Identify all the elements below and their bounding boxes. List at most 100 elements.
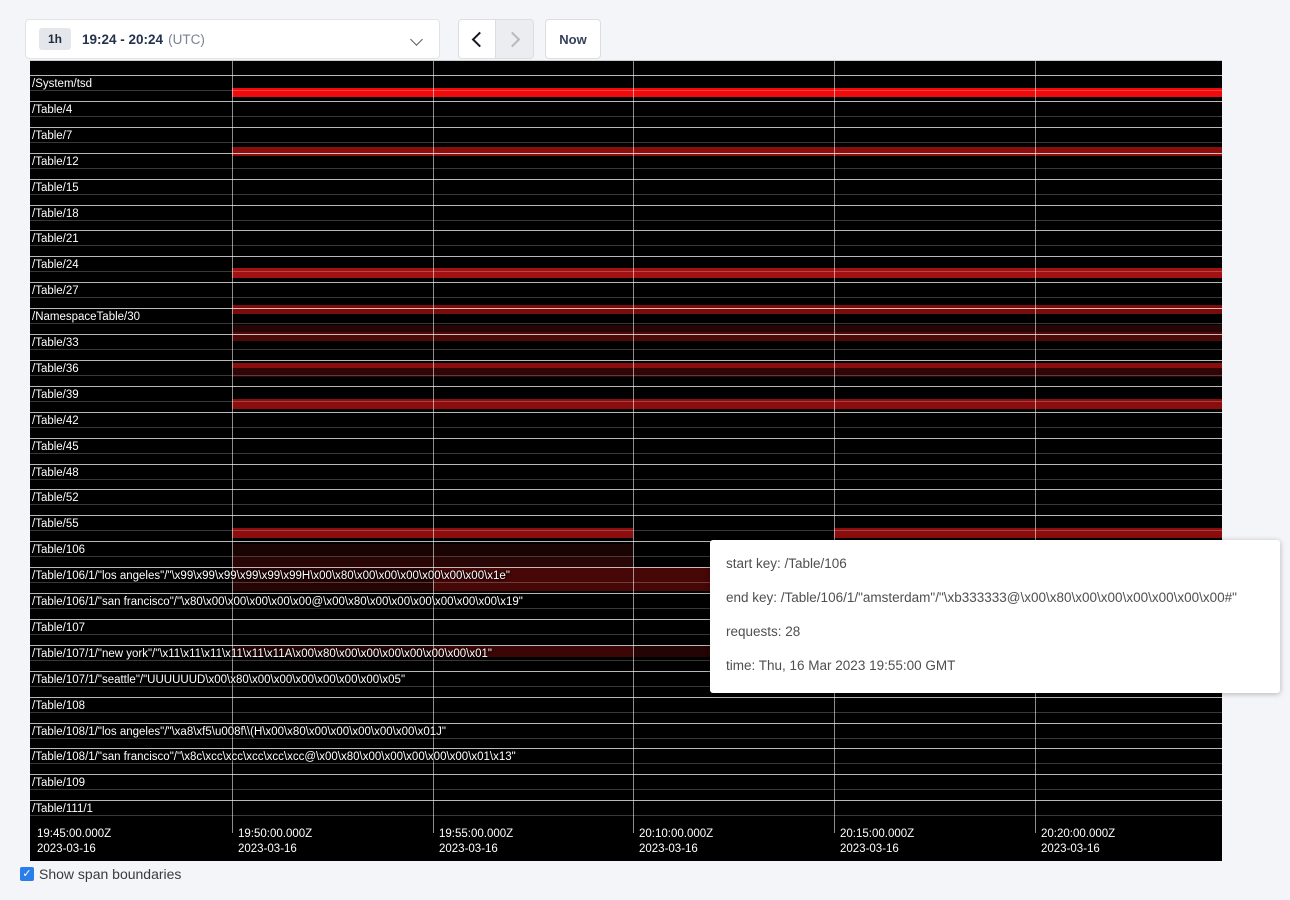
row-label: /Table/21 [32,233,79,245]
row-label: /Table/107/1/"seattle"/"UUUUUUD\x00\x80\… [32,674,405,686]
row-label: /Table/106/1/"los angeles"/"\x99\x99\x99… [32,570,510,582]
axis-time-label: 20:20:00.000Z [1041,827,1115,842]
span-boundary-line [30,530,1222,531]
span-boundary-line [30,323,1222,324]
row-label: /Table/106/1/"san francisco"/"\x80\x00\x… [32,596,523,608]
key-boundary-line [30,464,1222,465]
time-boundary-line [1035,61,1036,833]
axis-time-label: 19:50:00.000Z [238,827,312,842]
key-boundary-line [30,282,1222,283]
checkbox-checked-icon[interactable]: ✓ [20,867,34,881]
key-boundary-line [30,489,1222,490]
now-button[interactable]: Now [545,19,601,59]
key-boundary-line [30,697,1222,698]
axis-date-label: 2023-03-16 [840,842,899,857]
span-boundary-line [30,245,1222,246]
key-boundary-line [30,153,1222,154]
show-span-boundaries-label: Show span boundaries [39,866,181,882]
time-boundary-line [232,61,233,833]
time-range-text: 19:24 - 20:24 [82,32,163,47]
span-boundary-line [30,712,1222,713]
span-boundary-line [30,815,1222,816]
key-boundary-line [30,515,1222,516]
tooltip-time: time: Thu, 16 Mar 2023 19:55:00 GMT [726,655,1264,677]
row-label: /Table/107 [32,622,85,634]
time-boundary-line [433,61,434,833]
span-boundary-line [30,116,1222,117]
show-span-boundaries-control[interactable]: ✓ Show span boundaries [20,866,181,882]
heatmap-band [232,325,1222,332]
axis-date-label: 2023-03-16 [37,842,96,857]
row-label: /Table/15 [32,182,79,194]
key-boundary-line [30,723,1222,724]
span-boundary-line [30,763,1222,764]
row-label: /Table/33 [32,337,79,349]
key-boundary-line [30,748,1222,749]
chevron-down-icon [410,33,423,46]
key-boundary-line [30,774,1222,775]
row-label: /Table/4 [32,104,72,116]
span-boundary-line [30,90,1222,91]
key-boundary-line [30,800,1222,801]
span-boundary-line [30,401,1222,402]
row-label: /Table/42 [32,415,79,427]
axis-time-label: 20:15:00.000Z [840,827,914,842]
span-boundary-line [30,168,1222,169]
row-label: /Table/109 [32,777,85,789]
next-time-button[interactable] [496,19,534,59]
key-boundary-line [30,101,1222,102]
axis-time-label: 19:45:00.000Z [37,827,111,842]
time-range-selector[interactable]: 1h 19:24 - 20:24 (UTC) [25,19,440,59]
key-boundary-line [30,256,1222,257]
row-label: /Table/108 [32,700,85,712]
key-boundary-line [30,308,1222,309]
axis-date-label: 2023-03-16 [439,842,498,857]
hover-tooltip: start key: /Table/106 end key: /Table/10… [710,540,1280,693]
span-boundary-line [30,194,1222,195]
tooltip-start-key: start key: /Table/106 [726,553,1264,575]
row-label: /System/tsd [32,78,92,90]
row-label: /NamespaceTable/30 [32,311,140,323]
row-label: /Table/55 [32,518,79,530]
axis-time-label: 20:10:00.000Z [639,827,713,842]
heatmap-band [232,305,1222,314]
span-boundary-line [30,504,1222,505]
axis-date-label: 2023-03-16 [238,842,297,857]
row-label: /Table/108/1/"los angeles"/"\xa8\xf5\u00… [32,726,446,738]
key-boundary-line [30,438,1222,439]
row-label: /Table/36 [32,363,79,375]
span-boundary-line [30,453,1222,454]
row-label: /Table/45 [32,441,79,453]
key-boundary-line [30,360,1222,361]
axis-date-label: 2023-03-16 [1041,842,1100,857]
timezone-text: (UTC) [168,32,205,47]
span-boundary-line [30,375,1222,376]
row-label: /Table/27 [32,285,79,297]
key-boundary-line [30,75,1222,76]
row-label: /Table/12 [32,156,79,168]
row-label: /Table/106 [32,544,85,556]
key-boundary-line [30,205,1222,206]
tooltip-requests: requests: 28 [726,621,1264,643]
key-boundary-line [30,386,1222,387]
span-boundary-line [30,427,1222,428]
span-boundary-line [30,738,1222,739]
span-boundary-line [30,479,1222,480]
key-boundary-line [30,127,1222,128]
key-boundary-line [30,334,1222,335]
chevron-right-icon [505,31,521,47]
time-boundary-line [633,61,634,833]
row-label: /Table/52 [32,492,79,504]
time-boundary-line [834,61,835,833]
prev-time-button[interactable] [458,19,496,59]
span-boundary-line [30,271,1222,272]
axis-date-label: 2023-03-16 [639,842,698,857]
row-label: /Table/108/1/"san francisco"/"\x8c\xcc\x… [32,751,516,763]
chevron-left-icon [471,31,487,47]
heatmap-band [232,268,1222,278]
axis-time-label: 19:55:00.000Z [439,827,513,842]
row-label: /Table/18 [32,208,79,220]
row-label: /Table/48 [32,467,79,479]
key-visualizer-heatmap[interactable]: /System/tsd/Table/4/Table/7/Table/12/Tab… [30,60,1222,861]
span-boundary-line [30,220,1222,221]
